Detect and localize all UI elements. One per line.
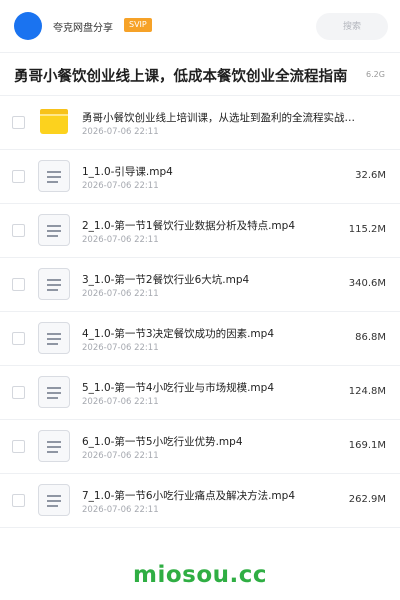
file-date: 2026-07-06 22:11 bbox=[82, 235, 159, 245]
file-date: 2026-07-06 22:11 bbox=[82, 505, 159, 515]
list-item[interactable]: 3_1.0-第一节2餐饮行业6大坑.mp4 2026-07-06 22:11 340… bbox=[0, 258, 400, 312]
row-checkbox[interactable] bbox=[12, 116, 25, 129]
list-item[interactable]: 1_1.0-引导课.mp4 2026-07-06 22:11 32.6M bbox=[0, 150, 400, 204]
owner-name: 夸克网盘分享 bbox=[53, 23, 113, 34]
row-checkbox[interactable] bbox=[12, 440, 25, 453]
file-size: 32.6M bbox=[355, 170, 386, 181]
search-input[interactable] bbox=[316, 13, 388, 40]
file-name: 1_1.0-引导课.mp4 bbox=[82, 166, 173, 178]
file-size: 262.9M bbox=[348, 494, 386, 505]
avatar[interactable] bbox=[14, 12, 42, 40]
header: 夸克网盘分享 SVIP bbox=[0, 0, 400, 52]
total-size: 6.2G bbox=[366, 70, 385, 79]
list-item[interactable]: 2_1.0-第一节1餐饮行业数据分析及特点.mp4 2026-07-06 22:1… bbox=[0, 204, 400, 258]
page-title: 勇哥小餐饮创业线上课，低成本餐饮创业全流程指南 bbox=[14, 69, 348, 85]
watermark: miosou.cc bbox=[132, 562, 268, 588]
file-size: 115.2M bbox=[348, 224, 386, 235]
file-icon bbox=[38, 160, 70, 192]
list-item[interactable]: 7_1.0-第一节6小吃行业痛点及解决方法.mp4 2026-07-06 22:1… bbox=[0, 474, 400, 528]
file-name: 勇哥小餐饮创业线上培训课，从选址到盈利的全流程实战… bbox=[82, 112, 355, 124]
file-icon bbox=[38, 268, 70, 300]
file-size: 169.1M bbox=[348, 440, 386, 451]
file-name: 6_1.0-第一节5小吃行业优势.mp4 bbox=[82, 436, 243, 448]
svip-badge: SVIP bbox=[124, 18, 152, 32]
list-item[interactable]: 5_1.0-第一节4小吃行业与市场规模.mp4 2026-07-06 22:11 1… bbox=[0, 366, 400, 420]
row-checkbox[interactable] bbox=[12, 332, 25, 345]
file-date: 2026-07-06 22:11 bbox=[82, 397, 159, 407]
file-size: 340.6M bbox=[348, 278, 386, 289]
file-size: 124.8M bbox=[348, 386, 386, 397]
file-date: 2026-07-06 22:11 bbox=[82, 127, 159, 137]
row-checkbox[interactable] bbox=[12, 494, 25, 507]
file-date: 2026-07-06 22:11 bbox=[82, 343, 159, 353]
file-icon bbox=[38, 214, 70, 246]
file-name: 2_1.0-第一节1餐饮行业数据分析及特点.mp4 bbox=[82, 220, 296, 232]
row-checkbox[interactable] bbox=[12, 386, 25, 399]
folder-icon bbox=[40, 109, 68, 134]
list-item[interactable]: 勇哥小餐饮创业线上培训课，从选址到盈利的全流程实战… 2026-07-06 22:… bbox=[0, 96, 400, 150]
file-size: 86.8M bbox=[355, 332, 386, 343]
title-row: 勇哥小餐饮创业线上课，低成本餐饮创业全流程指南 6.2G bbox=[0, 53, 400, 95]
file-icon bbox=[38, 376, 70, 408]
file-icon bbox=[38, 484, 70, 516]
file-icon bbox=[38, 322, 70, 354]
file-list: 勇哥小餐饮创业线上培训课，从选址到盈利的全流程实战… 2026-07-06 22:… bbox=[0, 96, 400, 528]
file-icon bbox=[38, 430, 70, 462]
row-checkbox[interactable] bbox=[12, 278, 25, 291]
file-name: 3_1.0-第一节2餐饮行业6大坑.mp4 bbox=[82, 274, 250, 286]
row-checkbox[interactable] bbox=[12, 224, 25, 237]
row-checkbox[interactable] bbox=[12, 170, 25, 183]
list-item[interactable]: 4_1.0-第一节3决定餐饮成功的因素.mp4 2026-07-06 22:11 8… bbox=[0, 312, 400, 366]
file-name: 5_1.0-第一节4小吃行业与市场规模.mp4 bbox=[82, 382, 275, 394]
file-name: 4_1.0-第一节3决定餐饮成功的因素.mp4 bbox=[82, 328, 275, 340]
file-date: 2026-07-06 22:11 bbox=[82, 181, 159, 191]
file-date: 2026-07-06 22:11 bbox=[82, 289, 159, 299]
list-item[interactable]: 6_1.0-第一节5小吃行业优势.mp4 2026-07-06 22:11 169.… bbox=[0, 420, 400, 474]
file-date: 2026-07-06 22:11 bbox=[82, 451, 159, 461]
file-name: 7_1.0-第一节6小吃行业痛点及解决方法.mp4 bbox=[82, 490, 296, 502]
